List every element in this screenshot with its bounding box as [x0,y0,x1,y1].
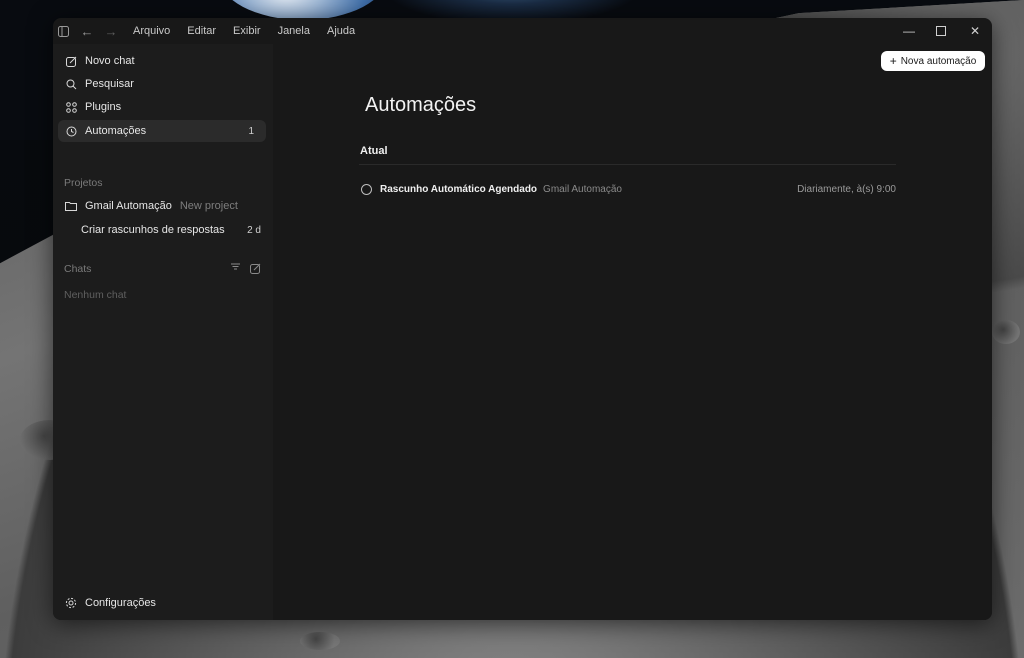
filter-icon[interactable] [230,261,244,275]
plus-icon: + [889,54,897,68]
sidebar: Novo chat Pesquisar Plugins Automações 1… [53,44,273,620]
menu-editar[interactable]: Editar [187,25,216,37]
project-chat-item[interactable]: Criar rascunhos de respostas 2 d [58,219,266,241]
app-window: ← → Arquivo Editar Exibir Janela Ajuda —… [53,18,992,620]
project-item[interactable]: Gmail Automação New project [58,195,266,217]
grid-icon [64,100,78,114]
new-automation-label: Nova automação [900,55,977,67]
sidebar-item-pesquisar[interactable]: Pesquisar [58,73,266,95]
sidebar-item-novo-chat[interactable]: Novo chat [58,50,266,72]
earth-image [218,0,388,20]
edit-icon [64,54,78,68]
close-icon[interactable]: ✕ [958,18,992,44]
menu-arquivo[interactable]: Arquivo [133,25,170,37]
maximize-icon[interactable] [924,18,958,44]
forward-arrow-icon[interactable]: → [101,21,121,41]
back-arrow-icon[interactable]: ← [77,21,97,41]
new-automation-button[interactable]: + Nova automação [881,51,985,71]
sidebar-toggle-icon[interactable] [53,21,73,41]
sidebar-item-automacoes[interactable]: Automações 1 [58,120,266,142]
automation-project: Gmail Automação [543,183,622,195]
menu-exibir[interactable]: Exibir [233,25,261,37]
main-panel [274,44,992,620]
automation-title: Rascunho Automático Agendado [380,183,538,195]
section-heading-atual: Atual [360,145,388,157]
clock-icon [64,124,78,138]
gear-icon [64,596,78,610]
project-tag: New project [179,200,238,212]
project-chat-label: Criar rascunhos de respostas [81,224,225,236]
chats-section-label: Chats [64,263,92,275]
automation-row[interactable]: Rascunho Automático Agendado Gmail Autom… [359,178,896,200]
search-icon [64,77,78,91]
divider [359,164,896,165]
settings-item[interactable]: Configurações [58,592,266,614]
new-chat-icon[interactable] [250,261,264,275]
sidebar-item-label: Plugins [85,101,122,113]
crater [992,320,1020,344]
menu-ajuda[interactable]: Ajuda [327,25,355,37]
sidebar-item-label: Pesquisar [85,78,134,90]
menu-janela[interactable]: Janela [278,25,310,37]
crater [300,632,340,650]
projects-section-label: Projetos [64,177,103,189]
sidebar-item-plugins[interactable]: Plugins [58,96,266,118]
automations-count-badge: 1 [248,125,254,137]
sidebar-item-label: Automações [85,125,147,137]
project-name: Gmail Automação [85,200,172,212]
chats-empty-text: Nenhum chat [64,289,127,301]
status-circle-icon [361,183,372,195]
title-bar: ← → Arquivo Editar Exibir Janela Ajuda —… [53,18,992,44]
sidebar-item-label: Novo chat [85,55,135,67]
page-title: Automações [365,94,477,116]
folder-icon [64,199,78,213]
automation-schedule: Diariamente, à(s) 9:00 [797,183,896,195]
settings-label: Configurações [85,597,156,609]
minimize-icon[interactable]: — [892,18,926,44]
project-chat-age: 2 d [247,224,261,236]
